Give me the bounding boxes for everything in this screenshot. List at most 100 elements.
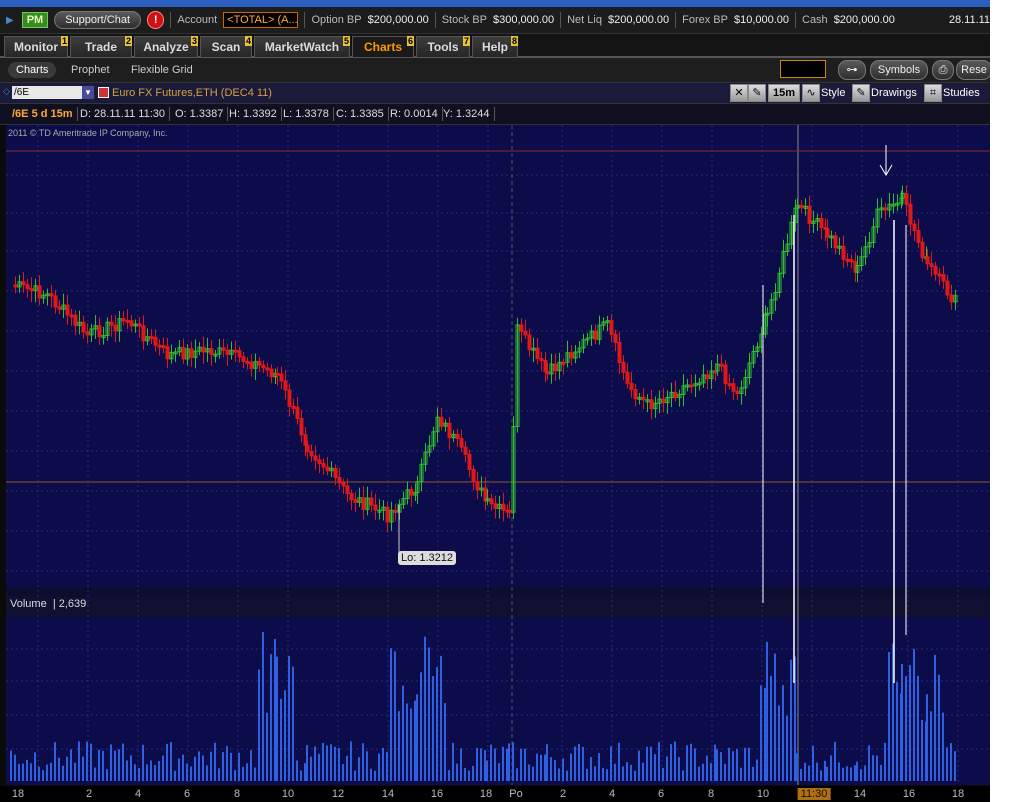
tab-tools[interactable]: Tools 7 <box>416 36 470 57</box>
tab-shortcut: 7 <box>462 36 470 46</box>
volume-bar <box>606 769 608 781</box>
symbols-button[interactable]: Symbols <box>870 60 928 80</box>
style-button[interactable]: Style <box>821 85 845 101</box>
candle-body <box>471 469 476 483</box>
volume-bar <box>234 770 236 781</box>
subtab-charts[interactable]: Charts <box>8 62 57 78</box>
candle-body <box>283 380 288 391</box>
volume-bar <box>22 763 24 781</box>
tab-marketwatch[interactable]: MarketWatch 5 <box>254 36 350 57</box>
volume-bar <box>198 751 200 781</box>
volume-bar <box>930 711 932 781</box>
volume-bar <box>414 700 416 781</box>
studies-button[interactable]: Studies <box>943 85 980 101</box>
subtab-prophet[interactable]: Prophet <box>71 62 110 78</box>
link-icon[interactable] <box>98 87 109 98</box>
volume-bar <box>938 674 940 781</box>
candle-body <box>925 256 930 265</box>
volume-bar <box>774 653 776 781</box>
candle-body <box>69 314 74 318</box>
volume-bar <box>864 765 866 781</box>
volume-bar <box>90 743 92 781</box>
price-volume-chart[interactable] <box>6 125 990 785</box>
candle-body <box>705 374 710 380</box>
reset-button[interactable]: Rese <box>956 60 992 80</box>
pencil-icon[interactable]: ✎ <box>748 84 766 102</box>
drawings-icon[interactable]: ✎ <box>852 84 870 102</box>
volume-bar <box>646 746 648 781</box>
volume-bar <box>752 766 754 781</box>
account-select[interactable]: <TOTAL> (A... <box>223 12 299 28</box>
candle-body <box>321 462 326 468</box>
studies-icon[interactable]: ⌗ <box>924 84 942 102</box>
volume-bar <box>812 745 814 781</box>
play-icon[interactable]: ▶ <box>6 15 14 26</box>
print-icon[interactable]: ⎙ <box>932 60 954 80</box>
expand-icon[interactable]: ◇ <box>3 86 10 97</box>
tab-help[interactable]: Help 8 <box>472 36 518 57</box>
volume-bar <box>634 770 636 781</box>
separator <box>560 12 562 28</box>
candle-body <box>245 361 250 365</box>
volume-bar <box>334 746 336 781</box>
style-icon[interactable]: ∿ <box>802 84 820 102</box>
volume-bar <box>950 743 952 781</box>
volume-bar <box>154 765 156 781</box>
candle-body <box>673 391 678 399</box>
candle-body <box>353 499 358 503</box>
candle-body <box>904 192 909 205</box>
info-y: Y: 1.3244 <box>443 107 495 121</box>
candle-body <box>349 493 354 501</box>
candle-body <box>539 358 544 362</box>
support-chat-button[interactable]: Support/Chat <box>54 11 142 29</box>
volume-bar <box>796 753 798 781</box>
drawings-button[interactable]: Drawings <box>871 85 917 101</box>
key-icon[interactable]: ⊶ <box>838 60 866 80</box>
volume-bar <box>210 751 212 781</box>
volume-bar <box>720 752 722 781</box>
chart-color-picker[interactable] <box>780 60 826 78</box>
volume-bar <box>46 764 48 781</box>
chevron-down-icon[interactable]: ▼ <box>82 86 94 99</box>
volume-bar <box>452 742 454 781</box>
tab-analyze[interactable]: Analyze 3 <box>134 36 198 57</box>
subtab-flexible-grid[interactable]: Flexible Grid <box>131 62 193 78</box>
volume-bar <box>826 766 828 781</box>
symbol-input[interactable]: /6E <box>12 86 84 99</box>
volume-bar <box>654 754 656 781</box>
forex-bp-value: $10,000.00 <box>733 14 790 26</box>
volume-bar <box>150 760 152 781</box>
separator <box>795 12 796 28</box>
volume-bar <box>778 705 780 781</box>
volume-bar <box>186 763 188 781</box>
volume-bar <box>330 744 332 781</box>
tab-label: Monitor <box>14 40 58 54</box>
candle-body <box>689 384 694 388</box>
volume-bar <box>18 763 20 781</box>
volume-bar <box>626 762 628 781</box>
paper-money-badge[interactable]: PM <box>21 12 49 28</box>
volume-bar <box>598 753 600 781</box>
volume-bar <box>326 745 328 781</box>
volume-bar <box>270 654 272 781</box>
candle-body <box>287 389 292 407</box>
tab-charts[interactable]: Charts 6 <box>352 36 414 57</box>
candle-body <box>113 324 118 332</box>
candle-body <box>463 446 468 455</box>
chart-panel[interactable] <box>6 125 990 785</box>
tab-scan[interactable]: Scan 4 <box>200 36 252 57</box>
volume-bar <box>444 703 446 781</box>
tab-shortcut: 1 <box>60 36 68 46</box>
x-tick-label: 10 <box>756 788 770 800</box>
x-tick-label: 8 <box>707 788 715 800</box>
tab-monitor[interactable]: Monitor 1 <box>4 36 68 57</box>
volume-bar <box>254 767 256 781</box>
alert-icon[interactable]: ! <box>147 11 165 29</box>
volume-bar <box>106 769 108 781</box>
volume-bar <box>190 766 192 781</box>
volume-bar <box>728 747 730 781</box>
interval-button[interactable]: 15m <box>768 84 800 102</box>
crosshair-icon[interactable]: ✕ <box>730 84 748 102</box>
tab-trade[interactable]: Trade 2 <box>70 36 132 57</box>
candle-body <box>731 383 736 392</box>
